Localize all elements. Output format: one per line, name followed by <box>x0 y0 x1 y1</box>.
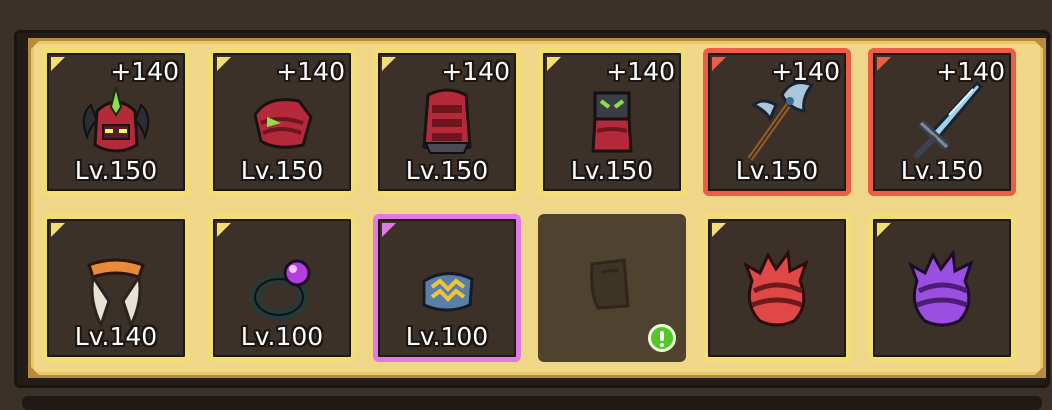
enhance-label: +140 <box>276 57 345 86</box>
enhance-label: +140 <box>110 57 179 86</box>
slot-corner-mark <box>712 57 726 71</box>
slot-cape[interactable]: Lv.140 <box>42 214 190 362</box>
panel-corner <box>1032 364 1046 378</box>
panel-corner <box>1032 38 1046 52</box>
slot-bracelet[interactable]: Lv.100 <box>373 214 521 362</box>
level-label: Lv.150 <box>405 156 489 185</box>
slot-corner-mark <box>877 57 891 71</box>
level-label: Lv.100 <box>405 322 489 351</box>
slot-purple-egg[interactable] <box>868 214 1016 362</box>
shoulder-armor-icon <box>253 98 313 149</box>
slot-corner-mark <box>51 223 65 237</box>
level-label: Lv.150 <box>74 156 158 185</box>
slot-corner-mark <box>51 57 65 71</box>
gauntlet-icon <box>591 91 633 153</box>
level-label: Lv.140 <box>74 322 158 351</box>
horned-helmet-icon <box>82 86 150 153</box>
level-label: Lv.150 <box>900 156 984 185</box>
slot-helmet[interactable]: +140 Lv.150 <box>42 48 190 196</box>
slot-corner-mark <box>547 57 561 71</box>
cape-icon <box>87 258 145 329</box>
ring-icon <box>250 259 311 320</box>
purple-spiked-egg-icon <box>908 249 974 327</box>
slot-corner-mark <box>712 223 726 237</box>
chest-armor-icon <box>422 88 472 154</box>
level-label: Lv.150 <box>735 156 819 185</box>
slot-corner-mark <box>877 223 891 237</box>
slot-empty[interactable] <box>538 214 686 362</box>
bottom-bar <box>22 396 1042 410</box>
enhance-label: +140 <box>936 57 1005 86</box>
level-label: Lv.100 <box>240 322 324 351</box>
battle-axe-icon <box>747 81 815 161</box>
slot-chest[interactable]: +140 Lv.150 <box>373 48 521 196</box>
sword-icon <box>912 80 984 160</box>
panel-corner <box>28 38 42 52</box>
slot-gloves[interactable]: +140 Lv.150 <box>538 48 686 196</box>
red-spiked-egg-icon <box>743 249 809 327</box>
level-label: Lv.150 <box>570 156 654 185</box>
empty-slot-icon <box>590 258 630 310</box>
enhance-label: +140 <box>606 57 675 86</box>
slot-ring[interactable]: Lv.100 <box>208 214 356 362</box>
bracelet-icon <box>422 272 474 312</box>
slot-corner-mark <box>217 223 231 237</box>
slot-red-egg[interactable] <box>703 214 851 362</box>
slot-corner-mark <box>217 57 231 71</box>
level-label: Lv.150 <box>240 156 324 185</box>
enhance-label: +140 <box>441 57 510 86</box>
slot-sword[interactable]: +140 Lv.150 <box>868 48 1016 196</box>
panel-corner <box>28 364 42 378</box>
slot-corner-mark <box>382 57 396 71</box>
enhance-label: +140 <box>771 57 840 86</box>
slot-corner-mark <box>382 223 396 237</box>
alert-badge-icon <box>648 324 676 352</box>
slot-shoulder[interactable]: +140 Lv.150 <box>208 48 356 196</box>
slot-axe[interactable]: +140 Lv.150 <box>703 48 851 196</box>
